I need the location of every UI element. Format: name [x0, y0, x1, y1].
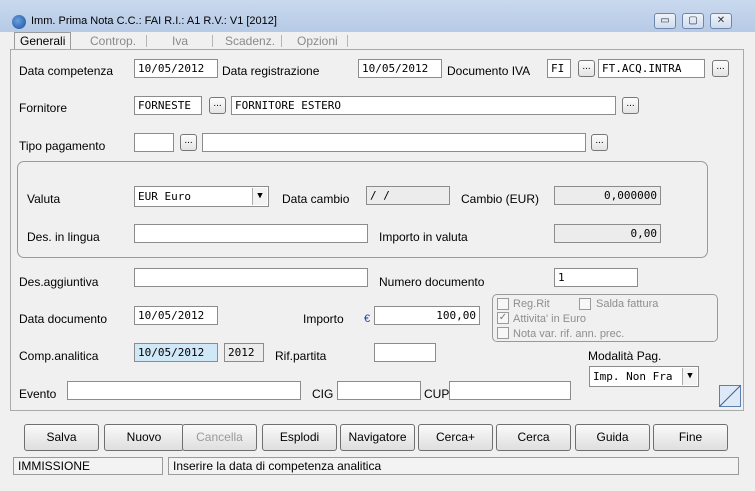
- tipo-pagamento-desc-lookup-button[interactable]: ...: [591, 134, 608, 151]
- data-competenza-field[interactable]: 10/05/2012: [134, 59, 218, 78]
- status-mode: IMMISSIONE: [13, 457, 163, 475]
- tab-opzioni[interactable]: Opzioni: [297, 33, 338, 49]
- des-lingua-label: Des. in lingua: [27, 230, 100, 244]
- fine-button[interactable]: Fine: [653, 424, 728, 451]
- close-icon[interactable]: ✕: [710, 13, 732, 29]
- cambio-label: Cambio (EUR): [461, 192, 540, 206]
- saldo-fattura-checkbox[interactable]: [579, 298, 591, 310]
- rif-partita-label: Rif.partita: [275, 349, 327, 363]
- reg-rit-checkbox[interactable]: [497, 298, 509, 310]
- tab-separator: [146, 35, 147, 47]
- valuta-value: EUR Euro: [138, 190, 191, 203]
- tipo-pagamento-label: Tipo pagamento: [19, 139, 106, 153]
- importo-valuta-field[interactable]: 0,00: [554, 224, 661, 243]
- status-message: Inserire la data di competenza analitica: [168, 457, 739, 475]
- importo-field[interactable]: 100,00: [374, 306, 480, 325]
- tipo-pagamento-desc-field[interactable]: [202, 133, 586, 152]
- salva-button[interactable]: Salva: [24, 424, 99, 451]
- maximize-icon[interactable]: ▢: [682, 13, 704, 29]
- importo-valuta-label: Importo in valuta: [379, 230, 468, 244]
- euro-icon: €: [364, 313, 371, 325]
- tab-separator: [281, 35, 282, 47]
- attivita-euro-label: Attivita' in Euro: [513, 313, 587, 325]
- cup-field[interactable]: [449, 381, 571, 400]
- data-competenza-label: Data competenza: [19, 64, 114, 78]
- reg-rit-label: Reg.Rit: [513, 298, 550, 310]
- navigatore-button[interactable]: Navigatore: [340, 424, 415, 451]
- cancella-button[interactable]: Cancella: [182, 424, 257, 451]
- importo-label: Importo: [303, 312, 344, 326]
- numero-documento-field[interactable]: 1: [554, 268, 638, 287]
- comp-analitica-year-field[interactable]: 2012: [224, 343, 264, 362]
- modalita-pag-value: Imp. Non Fra: [593, 370, 673, 383]
- modalita-pag-label: Modalità Pag.: [588, 349, 662, 363]
- documento-iva-label: Documento IVA: [447, 64, 531, 78]
- evento-label: Evento: [19, 387, 57, 401]
- cerca-plus-button[interactable]: Cerca+: [418, 424, 493, 451]
- app-icon: [12, 15, 26, 29]
- evento-field[interactable]: [67, 381, 301, 400]
- currency-groupbox: [17, 161, 708, 258]
- chevron-down-icon[interactable]: ▼: [682, 368, 697, 385]
- data-registrazione-label: Data registrazione: [222, 64, 320, 78]
- cerca-button[interactable]: Cerca: [496, 424, 571, 451]
- rif-partita-field[interactable]: [374, 343, 436, 362]
- fornitore-desc-field[interactable]: FORNITORE ESTERO: [231, 96, 616, 115]
- des-aggiuntiva-field[interactable]: [134, 268, 368, 287]
- tab-scadenz[interactable]: Scadenz.: [225, 33, 275, 49]
- tab-separator: [212, 35, 213, 47]
- documento-iva-desc-field[interactable]: FT.ACQ.INTRA: [598, 59, 705, 78]
- des-aggiuntiva-label: Des.aggiuntiva: [19, 275, 99, 289]
- tab-iva[interactable]: Iva: [172, 33, 188, 49]
- data-cambio-field[interactable]: / /: [366, 186, 450, 205]
- tab-generali[interactable]: Generali: [14, 32, 72, 50]
- tab-controp[interactable]: Controp.: [90, 33, 136, 49]
- data-documento-label: Data documento: [19, 312, 108, 326]
- data-cambio-label: Data cambio: [282, 192, 350, 206]
- documento-iva-code-field[interactable]: FI: [547, 59, 571, 78]
- valuta-label: Valuta: [27, 192, 61, 206]
- chevron-down-icon[interactable]: ▼: [252, 188, 267, 205]
- des-lingua-field[interactable]: [134, 224, 368, 243]
- data-documento-field[interactable]: 10/05/2012: [134, 306, 218, 325]
- minimize-icon[interactable]: ▭: [654, 13, 676, 29]
- fornitore-code-field[interactable]: FORNESTE: [134, 96, 202, 115]
- cup-label: CUP: [424, 387, 450, 401]
- documento-iva-desc-lookup-button[interactable]: ...: [712, 60, 729, 77]
- comp-analitica-label: Comp.analitica: [19, 349, 99, 363]
- cig-label: CIG: [312, 387, 334, 401]
- tipo-pagamento-lookup-button[interactable]: ...: [180, 134, 197, 151]
- esplodi-button[interactable]: Esplodi: [262, 424, 337, 451]
- nuovo-button[interactable]: Nuovo: [104, 424, 184, 451]
- valuta-combo[interactable]: EUR Euro ▼: [134, 186, 269, 207]
- tab-separator: [347, 35, 348, 47]
- attivita-euro-checkbox[interactable]: ✓: [497, 312, 509, 324]
- fornitore-lookup-button[interactable]: ...: [209, 97, 226, 114]
- window-title: Imm. Prima Nota C.C.: FAI R.I.: A1 R.V.:…: [31, 15, 277, 27]
- saldo-fattura-label: Salda fattura: [596, 298, 659, 310]
- data-registrazione-field[interactable]: 10/05/2012: [358, 59, 442, 78]
- tipo-pagamento-code-field[interactable]: [134, 133, 174, 152]
- resize-corner-icon[interactable]: [719, 385, 741, 407]
- nota-var-label: Nota var. rif. ann. prec.: [513, 328, 625, 340]
- fornitore-desc-lookup-button[interactable]: ...: [622, 97, 639, 114]
- fornitore-label: Fornitore: [19, 101, 68, 115]
- guida-button[interactable]: Guida: [575, 424, 650, 451]
- modalita-pag-combo[interactable]: Imp. Non Fra ▼: [589, 366, 699, 387]
- cambio-field[interactable]: 0,000000: [554, 186, 661, 205]
- cig-field[interactable]: [337, 381, 421, 400]
- comp-analitica-field[interactable]: 10/05/2012: [134, 343, 218, 362]
- nota-var-checkbox[interactable]: [497, 327, 509, 339]
- numero-documento-label: Numero documento: [379, 275, 485, 289]
- documento-iva-lookup-button[interactable]: ...: [578, 60, 595, 77]
